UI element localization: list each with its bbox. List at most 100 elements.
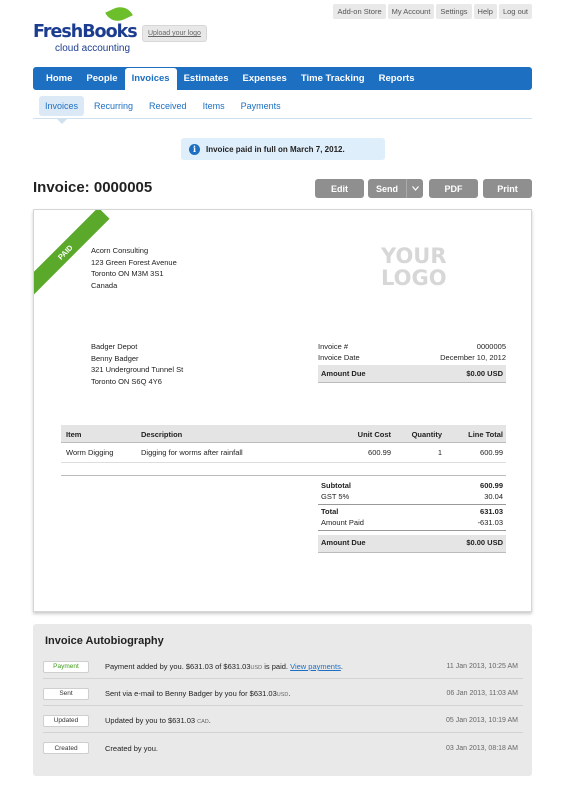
print-button[interactable]: Print	[483, 179, 532, 198]
cell-line-total: 600.99	[480, 448, 503, 457]
brand-name: FreshBooks	[33, 22, 138, 42]
updated-tag: Updated	[43, 714, 89, 727]
pdf-button[interactable]: PDF	[429, 179, 478, 198]
payment-tag: Payment	[43, 660, 89, 673]
entry-date: 06 Jan 2013, 11:03 AM	[446, 690, 518, 697]
entry-text: Payment added by you. $631.03 of $631.03…	[105, 662, 343, 671]
edit-button[interactable]: Edit	[315, 179, 364, 198]
total: 631.03	[480, 507, 503, 516]
invoice-document: PAID Acorn Consulting 123 Green Forest A…	[33, 209, 532, 612]
logo-placeholder: YOUR LOGO	[381, 245, 447, 289]
entry-date: 03 Jan 2013, 08:18 AM	[446, 744, 518, 752]
divider	[61, 475, 506, 476]
cell-item: Worm Digging	[66, 448, 114, 457]
entry-text: Created by you.	[105, 743, 158, 753]
tax-label: GST 5%	[321, 491, 350, 501]
from-line: Toronto ON M3M 3S1	[91, 269, 164, 278]
from-line: Canada	[91, 280, 118, 290]
subtab-recurring[interactable]: Recurring	[88, 96, 139, 116]
entry-text-post: .	[288, 689, 291, 698]
sub-nav: Invoices Recurring Received Items Paymen…	[33, 93, 532, 119]
entry-text-main: Sent via e-mail to Benny Badger by you f…	[105, 689, 277, 698]
currency-unit: USD	[276, 692, 289, 698]
entry-date: 05 Jan 2013, 10:19 AM	[446, 717, 518, 724]
to-line: 321 Underground Tunnel St	[91, 365, 184, 374]
final-due: $0.00 USD	[466, 538, 503, 547]
currency-unit: CAD	[197, 719, 209, 725]
notice-text: Invoice paid in full on March 7, 2012.	[206, 144, 345, 154]
from-address: Acorn Consulting 123 Green Forest Avenue…	[91, 245, 177, 291]
freshbooks-logo[interactable]: FreshBooks cloud accounting	[33, 2, 138, 54]
line-items-header: Item Description Unit Cost Quantity Line…	[61, 425, 506, 443]
col-unit-cost: Unit Cost	[357, 430, 391, 439]
send-button[interactable]: Send	[368, 179, 423, 198]
addon-store-link[interactable]: Add-on Store	[333, 4, 386, 19]
tab-time-tracking[interactable]: Time Tracking	[294, 68, 372, 90]
autobiography-title: Invoice Autobiography	[45, 635, 164, 647]
entry-text-main: Updated by you to $631.03	[105, 716, 196, 725]
invoice-date: December 10, 2012	[440, 353, 506, 362]
list-item: Sent Sent via e-mail to Benny Badger by …	[43, 682, 523, 706]
subtab-payments[interactable]: Payments	[235, 96, 287, 116]
subtab-items[interactable]: Items	[197, 96, 231, 116]
from-line: Acorn Consulting	[91, 246, 149, 255]
cell-description: Digging for worms after rainfall	[141, 448, 243, 457]
view-payments-link[interactable]: View payments	[290, 662, 341, 671]
invoice-number: 0000005	[476, 342, 506, 351]
logout-link[interactable]: Log out	[498, 4, 532, 19]
upload-logo-button[interactable]: Upload your logo	[142, 25, 207, 42]
from-line: 123 Green Forest Avenue	[91, 257, 177, 267]
totals: Subtotal 600.99 GST 5% 30.04 Total 631.03 A…	[318, 481, 506, 553]
send-label: Send	[376, 183, 399, 194]
subtotal: 600.99	[480, 481, 503, 490]
invoice-autobiography: Invoice Autobiography Payment Payment ad…	[33, 624, 532, 776]
paid-notice: i Invoice paid in full on March 7, 2012.	[181, 138, 385, 160]
sent-tag: Sent	[43, 687, 89, 700]
final-due-label: Amount Due	[321, 538, 366, 547]
subtotal-label: Subtotal	[321, 481, 351, 490]
invoice-meta: Invoice # 0000005 Invoice Date December 10…	[318, 341, 506, 383]
to-address: Badger Depot Benny Badger 321 Undergroun…	[91, 341, 183, 387]
table-row: Worm Digging Digging for worms after rai…	[61, 443, 506, 463]
page-title: Invoice: 0000005	[33, 179, 153, 196]
col-description: Description	[141, 430, 183, 439]
subtab-invoices[interactable]: Invoices	[39, 95, 85, 116]
send-dropdown-icon[interactable]	[406, 179, 423, 198]
amount-due: $0.00 USD	[466, 369, 503, 378]
utility-nav: Add-on Store My Account Settings Help Lo…	[331, 4, 532, 19]
tab-home[interactable]: Home	[39, 68, 79, 90]
entry-date: 11 Jan 2013, 10:25 AM	[446, 663, 518, 670]
invoice-date-label: Invoice Date	[318, 353, 360, 362]
logo-placeholder-line: YOUR	[381, 244, 447, 268]
tab-people[interactable]: People	[79, 68, 124, 90]
entry-text-post: is paid.	[262, 662, 291, 671]
list-item: Created Created by you. 03 Jan 2013, 08:…	[43, 736, 523, 760]
invoice-number-label: Invoice #	[318, 342, 349, 351]
cell-unit-cost: 600.99	[368, 448, 391, 457]
amount-due-label: Amount Due	[321, 369, 366, 378]
list-item: Payment Payment added by you. $631.03 of…	[43, 655, 523, 679]
created-tag: Created	[43, 742, 89, 754]
to-line: Toronto ON S6Q 4Y6	[91, 376, 162, 386]
subtab-received[interactable]: Received	[143, 96, 193, 116]
tax: 30.04	[484, 491, 503, 501]
list-item: Updated Updated by you to $631.03 CAD. 0…	[43, 709, 523, 733]
logo-placeholder-line: LOGO	[381, 266, 447, 290]
currency-unit: USD	[250, 665, 263, 671]
to-line: Badger Depot	[91, 342, 138, 351]
tab-reports[interactable]: Reports	[372, 68, 422, 90]
my-account-link[interactable]: My Account	[387, 4, 435, 19]
settings-link[interactable]: Settings	[436, 4, 472, 19]
col-quantity: Quantity	[411, 430, 442, 439]
tab-invoices[interactable]: Invoices	[124, 68, 177, 90]
brand-tagline: cloud accounting	[55, 43, 131, 54]
info-icon: i	[189, 143, 200, 155]
entry-text-main: Payment added by you. $631.03 of $631.03	[105, 662, 251, 671]
entry-text-tail: .	[340, 662, 343, 671]
entry-text: Updated by you to $631.03 CAD.	[105, 716, 211, 725]
tab-estimates[interactable]: Estimates	[177, 68, 236, 90]
subnav-caret	[56, 118, 68, 124]
help-link[interactable]: Help	[473, 4, 497, 19]
main-nav: Home People Invoices Estimates Expenses …	[33, 67, 532, 90]
tab-expenses[interactable]: Expenses	[235, 68, 293, 90]
